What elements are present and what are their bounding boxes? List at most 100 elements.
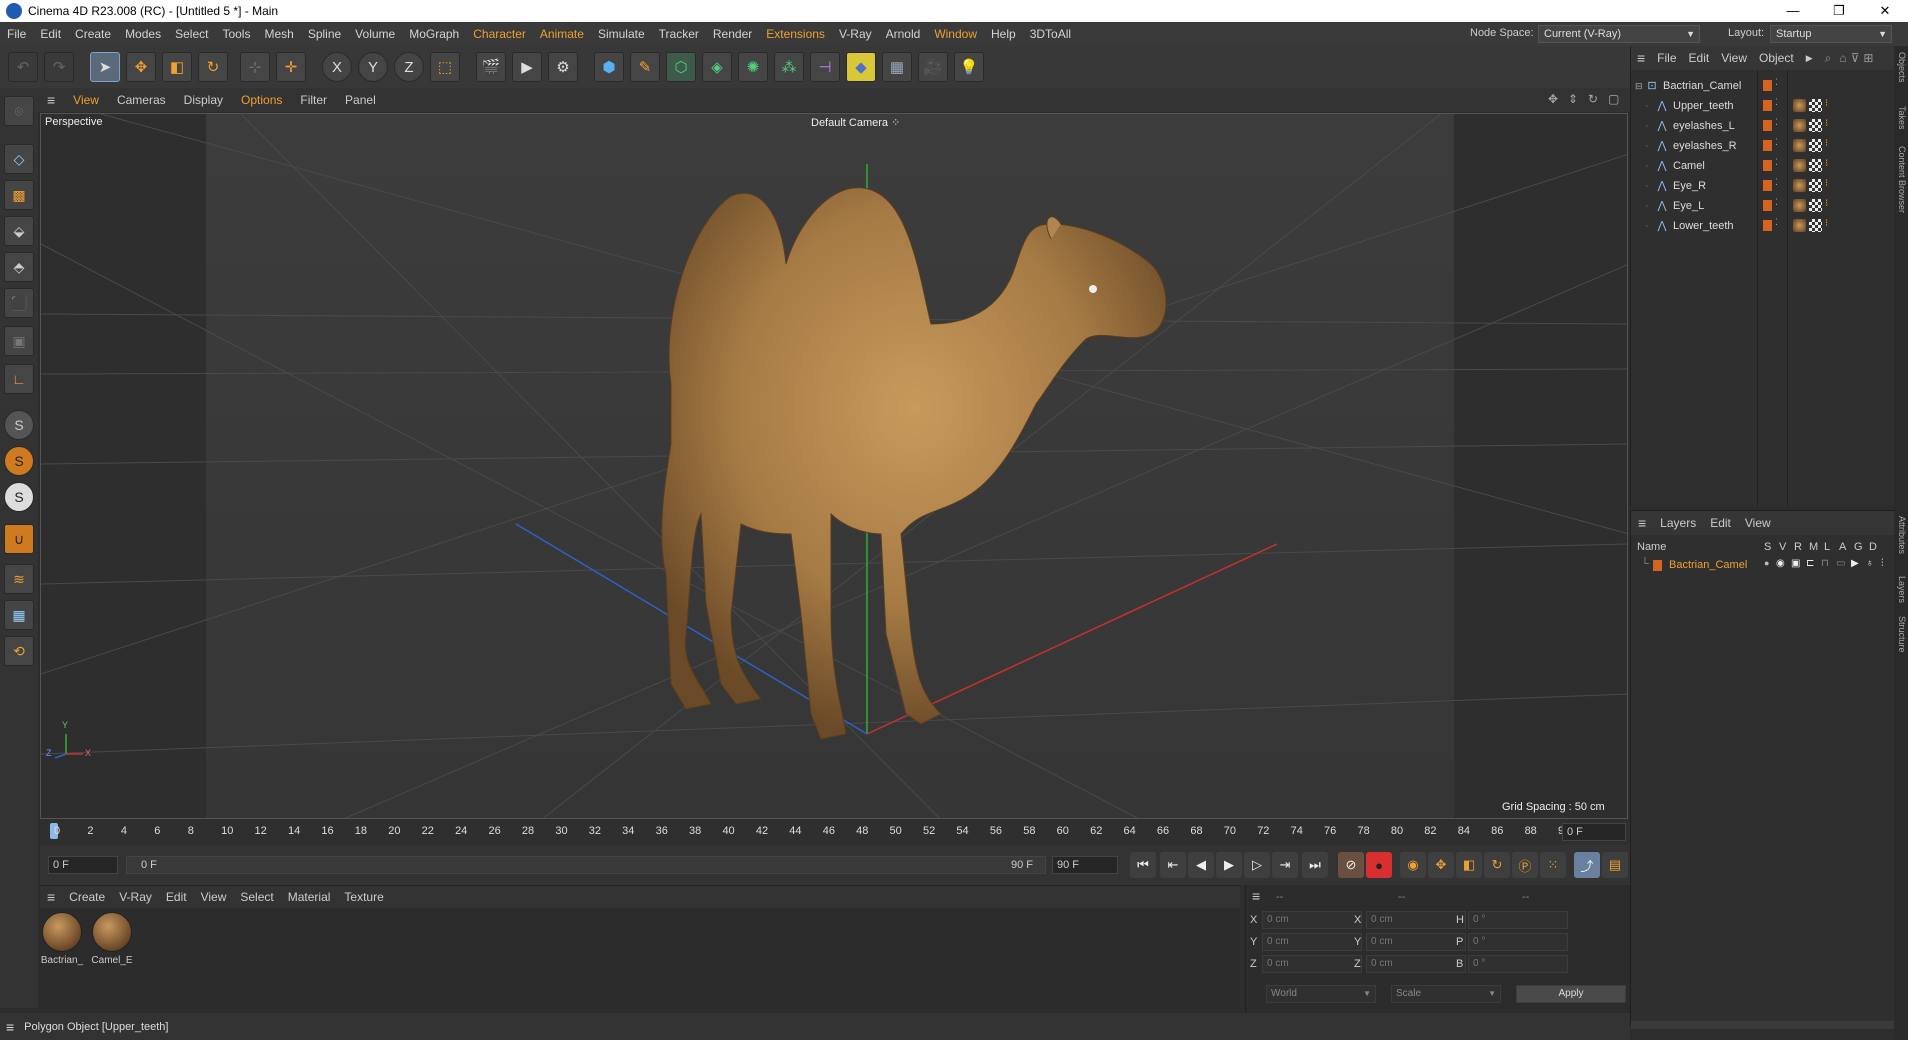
material-swatch[interactable]: Camel_E [90, 912, 134, 966]
mograph-button[interactable]: ⁂ [774, 52, 804, 82]
menu-animate[interactable]: Animate [533, 22, 591, 46]
deformer-icon[interactable]: ⫶ [1881, 558, 1884, 569]
play-button[interactable]: ▶ [1216, 852, 1242, 878]
menu-extensions[interactable]: Extensions [759, 22, 832, 46]
tab-structure[interactable]: Structure [1895, 616, 1907, 653]
visibility-dots[interactable]: ⁚ [1775, 137, 1778, 148]
uv-mode-button[interactable]: ▣ [4, 326, 34, 356]
tab-objects[interactable]: Objects [1895, 52, 1907, 83]
live-selection-button[interactable]: ➤ [90, 52, 120, 82]
object-menu-file[interactable]: File [1651, 51, 1682, 65]
render-icon[interactable]: ▣ [1791, 558, 1800, 569]
home-icon[interactable]: ⌂ [1837, 51, 1848, 65]
viewport-menu-view[interactable]: View [64, 93, 108, 107]
next-frame-button[interactable]: ▷ [1244, 852, 1270, 878]
texture-tag-icon[interactable] [1809, 159, 1822, 172]
lock-z-button[interactable]: Z [394, 52, 424, 82]
coord-value-field[interactable]: 0 ° [1468, 933, 1568, 951]
coord-value-field[interactable]: 0 cm [1262, 955, 1362, 973]
snap-button[interactable]: S [4, 410, 34, 440]
layer-color-swatch[interactable] [1653, 560, 1662, 571]
object-menu-edit[interactable]: Edit [1683, 51, 1716, 65]
key-scale-button[interactable]: ◧ [1456, 852, 1482, 878]
visibility-dots[interactable]: ⁚ [1775, 197, 1778, 208]
texture-tag-icon[interactable] [1809, 179, 1822, 192]
coord-value-field[interactable]: 0 cm [1366, 933, 1466, 951]
object-row[interactable]: · ⋀ Eye_L ⁚ ⁝ [1631, 196, 1895, 216]
manager-icon[interactable]: ⊏ [1806, 558, 1814, 569]
solo-icon[interactable]: ● [1764, 558, 1769, 568]
lock-icon[interactable]: ⊓ [1821, 558, 1829, 569]
menu-file[interactable]: File [0, 22, 33, 46]
material-menu-material[interactable]: Material [281, 890, 338, 904]
quantize-button[interactable]: S [4, 482, 34, 512]
hamburger-icon[interactable]: ≡ [38, 92, 64, 108]
phong-tag-icon[interactable]: ⁝ [1825, 118, 1828, 129]
key-rotation-button[interactable]: ↻ [1484, 852, 1510, 878]
phong-tag-icon[interactable]: ⁝ [1825, 138, 1828, 149]
viewport-menu-panel[interactable]: Panel [336, 93, 385, 107]
snap-settings-button[interactable]: S [4, 446, 34, 476]
menu-modes[interactable]: Modes [118, 22, 168, 46]
locked-workplane-button[interactable]: ▦ [4, 600, 34, 630]
phong-tag-icon[interactable]: ⁝ [1825, 198, 1828, 209]
layer-menu-layers[interactable]: Layers [1653, 516, 1703, 530]
layer-row[interactable]: └ Bactrian_Camel ● ◉ ▣ ⊏ ⊓ ▭ ▶ ♁ ⫶ [1631, 556, 1895, 574]
subdivision-button[interactable]: ⬡ [666, 52, 696, 82]
menu-spline[interactable]: Spline [301, 22, 348, 46]
menu-create[interactable]: Create [68, 22, 118, 46]
object-row[interactable]: · ⋀ eyelashes_R ⁚ ⁝ [1631, 136, 1895, 156]
coord-value-field[interactable]: 0 cm [1366, 955, 1466, 973]
coordinate-mode-dropdown[interactable]: Scale ▼ [1391, 985, 1501, 1003]
light-button[interactable]: 💡 [954, 52, 984, 82]
layer-menu-view[interactable]: View [1738, 516, 1778, 530]
recent-tool-button[interactable]: ⊹ [240, 52, 270, 82]
layer-color-swatch[interactable] [1763, 200, 1772, 211]
make-editable-button[interactable]: ⌾ [4, 96, 34, 126]
object-row[interactable]: · ⋀ Eye_R ⁚ ⁝ [1631, 176, 1895, 196]
cloner-button[interactable]: ✺ [738, 52, 768, 82]
object-row[interactable]: · ⋀ Upper_teeth ⁚ ⁝ [1631, 96, 1895, 116]
layer-menu-edit[interactable]: Edit [1703, 516, 1738, 530]
phong-tag-icon[interactable]: ⁝ [1825, 178, 1828, 189]
timeline-button[interactable]: ▤ [1602, 852, 1628, 878]
layer-color-swatch[interactable] [1763, 140, 1772, 151]
cube-button[interactable]: ⬢ [594, 52, 624, 82]
viewport-menu-options[interactable]: Options [232, 93, 291, 107]
object-row[interactable]: · ⋀ Lower_teeth ⁚ ⁝ [1631, 216, 1895, 236]
render-settings-button[interactable]: ⚙ [548, 52, 578, 82]
texture-tag-icon[interactable] [1809, 99, 1822, 112]
redo-button[interactable]: ↷ [44, 52, 74, 82]
menu-arnold[interactable]: Arnold [879, 22, 928, 46]
object-menu-view[interactable]: View [1715, 51, 1753, 65]
coord-value-field[interactable]: 0 ° [1468, 955, 1568, 973]
coord-value-field[interactable]: 0 ° [1468, 911, 1568, 929]
layer-color-swatch[interactable] [1763, 220, 1772, 231]
menu-character[interactable]: Character [466, 22, 533, 46]
deformer-button[interactable]: ⊣ [810, 52, 840, 82]
auto-key-button[interactable]: ● [1366, 852, 1392, 878]
visibility-dots[interactable]: ⁚ [1775, 217, 1778, 228]
move-tool-button[interactable]: ✥ [126, 52, 156, 82]
undo-button[interactable]: ↶ [8, 52, 38, 82]
viewport-camera-label[interactable]: Default Camera ⁘ [811, 116, 900, 129]
workplane-button[interactable]: ≋ [4, 564, 34, 594]
visibility-dots[interactable]: ⁚ [1775, 117, 1778, 128]
material-menu-edit[interactable]: Edit [159, 890, 194, 904]
edges-mode-button[interactable]: ⬘ [4, 252, 34, 282]
interpolation-button[interactable]: ⤴ [1574, 852, 1600, 878]
render-view-button[interactable]: ▶ [512, 52, 542, 82]
model-mode-button[interactable]: ◇ [4, 144, 34, 174]
field-button[interactable]: ◆ [846, 52, 876, 82]
axis-mode-button[interactable]: ∟ [4, 364, 34, 394]
material-menu-view[interactable]: View [194, 890, 234, 904]
current-frame-field[interactable]: 0 F [1562, 823, 1626, 841]
material-tag-icon[interactable] [1793, 159, 1806, 172]
texture-tag-icon[interactable] [1809, 219, 1822, 232]
phong-tag-icon[interactable]: ⁝ [1825, 218, 1828, 229]
object-row[interactable]: · ⋀ Camel ⁚ ⁝ [1631, 156, 1895, 176]
node-space-dropdown[interactable]: Current (V-Ray) ▼ [1538, 25, 1700, 43]
camera-button[interactable]: 🎥 [918, 52, 948, 82]
extrude-button[interactable]: ◈ [702, 52, 732, 82]
material-tag-icon[interactable] [1793, 139, 1806, 152]
